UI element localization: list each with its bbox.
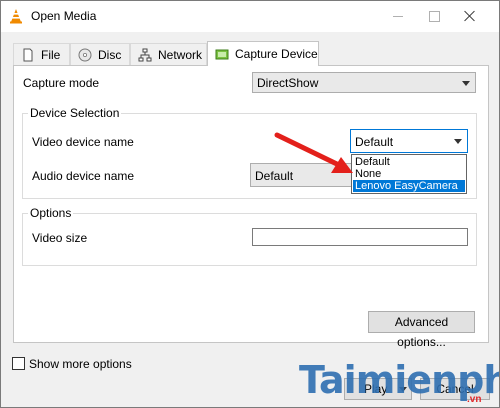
tab-file-label: File [41,48,61,62]
tab-file[interactable]: File [13,43,70,65]
tab-disc-label: Disc [98,48,122,62]
close-button[interactable] [453,1,487,32]
network-icon [138,48,152,62]
vlc-cone-icon [10,9,22,24]
tab-disc[interactable]: Disc [70,43,130,65]
title-bar: Open Media [1,1,499,32]
video-size-input[interactable] [252,228,468,246]
capture-mode-label: Capture mode [23,76,100,90]
disc-icon [78,48,92,62]
options-title: Options [28,206,74,220]
tab-network[interactable]: Network [130,43,207,65]
video-device-dropdown-list: Default None Lenovo EasyCamera [351,154,467,194]
tab-network-label: Network [158,48,203,62]
video-device-label: Video device name [32,135,134,149]
file-icon [23,48,33,62]
red-arrow-annotation [274,132,353,173]
dropdown-option-default[interactable]: Default [353,156,465,168]
chevron-down-icon [462,81,470,86]
capture-mode-select[interactable]: DirectShow [252,72,476,93]
show-more-options-label: Show more options [29,357,132,371]
capture-device-icon [215,49,229,60]
watermark-suffix: .vn [467,394,482,405]
device-selection-title: Device Selection [28,106,122,120]
dropdown-option-none[interactable]: None [353,168,465,180]
video-device-select[interactable]: Default [350,129,468,153]
capture-mode-value: DirectShow [257,76,319,90]
window-title: Open Media [31,9,97,23]
tab-capture-device[interactable]: Capture Device [207,41,319,66]
open-media-window: Open Media File Disc Network Capture Dev… [0,0,500,408]
audio-device-label: Audio device name [32,169,135,183]
advanced-options-button[interactable]: Advanced options... [368,311,475,349]
maximize-button[interactable] [417,1,451,32]
video-size-label: Video size [32,231,88,245]
tab-capture-device-label: Capture Device [235,47,318,61]
dropdown-option-lenovo-easycamera[interactable]: Lenovo EasyCamera [353,180,465,192]
show-more-options-checkbox[interactable] [12,357,25,370]
chevron-down-icon [454,139,462,144]
minimize-button[interactable] [381,1,415,32]
